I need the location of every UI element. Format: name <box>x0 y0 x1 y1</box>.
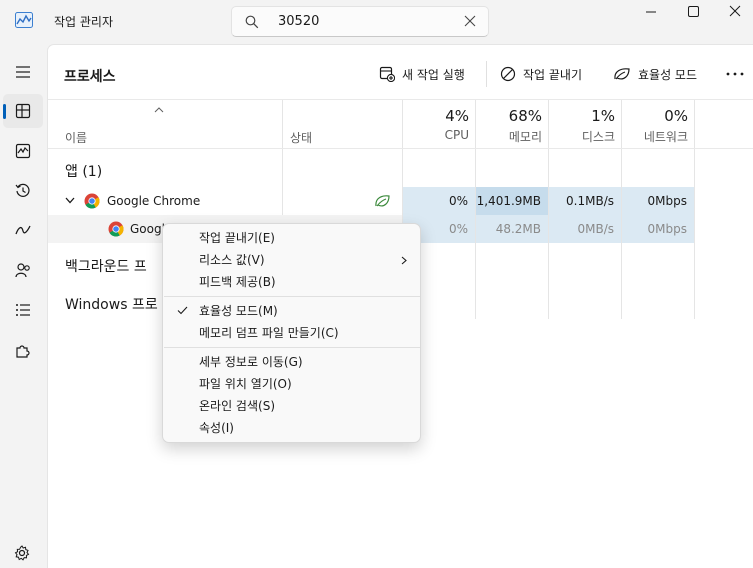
startup-icon <box>15 225 31 235</box>
title-bar: 작업 관리자 30520 <box>0 0 753 44</box>
menu-item-resource-values[interactable]: 리소스 값(V) <box>167 249 417 271</box>
search-icon <box>245 15 259 29</box>
search-value: 30520 <box>278 14 320 29</box>
nav-item-processes[interactable] <box>3 94 43 128</box>
disk-value: 0MB/s <box>549 215 621 243</box>
chevron-right-icon <box>401 256 407 265</box>
menu-separator <box>164 347 420 348</box>
process-name: Google Chrome <box>107 194 201 208</box>
performance-icon <box>15 143 31 159</box>
end-task-label: 작업 끝내기 <box>523 67 583 82</box>
chrome-icon <box>108 221 124 237</box>
toolbar: 새 작업 실행 작업 끝내기 효율성 모드 <box>48 59 753 89</box>
efficiency-mode-leaf-icon <box>375 195 390 207</box>
group-label-apps: 앱 (1) <box>65 164 103 180</box>
memory-label: 메모리 <box>508 130 542 144</box>
cpu-total-percent: 4% <box>445 107 469 125</box>
efficiency-mode-label: 효율성 모드 <box>638 67 698 82</box>
app-title: 작업 관리자 <box>54 15 114 29</box>
process-name: Googl <box>130 222 165 236</box>
efficiency-leaf-icon <box>614 68 630 80</box>
nav-item-details[interactable] <box>3 293 43 327</box>
menu-item-end-task[interactable]: 작업 끝내기(E) <box>167 227 417 249</box>
memory-total-percent: 68% <box>508 107 542 125</box>
efficiency-mode-button[interactable]: 효율성 모드 <box>613 59 697 89</box>
menu-item-search-online[interactable]: 온라인 검색(S) <box>167 395 417 417</box>
memory-value: 1,401.9MB <box>476 187 548 215</box>
run-new-task-label: 새 작업 실행 <box>402 67 465 82</box>
disk-total-percent: 1% <box>591 107 615 125</box>
hamburger-icon <box>16 66 30 78</box>
disk-value: 0.1MB/s <box>549 187 621 215</box>
nav-item-users[interactable] <box>3 253 43 287</box>
cpu-value: 0% <box>403 187 475 215</box>
maximize-button[interactable] <box>670 0 716 24</box>
network-value: 0Mbps <box>622 187 694 215</box>
details-list-icon <box>16 304 30 316</box>
hamburger-menu-button[interactable] <box>3 55 43 89</box>
network-total-percent: 0% <box>664 107 688 125</box>
menu-item-label: 효율성 모드(M) <box>199 304 278 318</box>
toolbar-divider <box>486 61 487 87</box>
group-label-windows: Windows 프로 <box>65 297 158 313</box>
end-task-icon <box>500 66 516 82</box>
group-label-background: 백그라운드 프 <box>65 259 147 275</box>
menu-separator <box>164 296 420 297</box>
menu-item-memory-dump[interactable]: 메모리 덤프 파일 만들기(C) <box>167 322 417 344</box>
close-button[interactable] <box>712 0 753 24</box>
checkmark-icon <box>177 306 188 315</box>
disk-label: 디스크 <box>581 130 615 144</box>
sort-ascending-icon[interactable] <box>154 107 164 113</box>
menu-item-open-file-location[interactable]: 파일 위치 열기(O) <box>167 373 417 395</box>
settings-gear-icon[interactable] <box>14 545 30 561</box>
column-header-name[interactable]: 이름 <box>65 129 87 146</box>
menu-item-efficiency-mode[interactable]: 효율성 모드(M) <box>167 300 417 322</box>
network-value: 0Mbps <box>622 215 694 243</box>
chevron-down-icon[interactable] <box>65 197 75 204</box>
nav-item-app-history[interactable] <box>3 174 43 208</box>
menu-item-label: 리소스 값(V) <box>199 253 265 267</box>
column-header-disk[interactable]: 1% 디스크 <box>543 107 615 145</box>
run-new-task-icon <box>379 66 395 82</box>
menu-item-properties[interactable]: 속성(I) <box>167 417 417 439</box>
column-header-status[interactable]: 상태 <box>290 129 312 146</box>
task-manager-app-icon <box>15 12 33 28</box>
memory-value: 48.2MB <box>476 215 548 243</box>
column-header-cpu[interactable]: 4% CPU <box>397 107 469 142</box>
menu-item-go-to-details[interactable]: 세부 정보로 이동(G) <box>167 351 417 373</box>
end-task-button[interactable]: 작업 끝내기 <box>500 59 582 89</box>
network-label: 네트워크 <box>643 130 688 144</box>
run-new-task-button[interactable]: 새 작업 실행 <box>379 59 465 89</box>
clear-search-icon[interactable] <box>464 15 476 27</box>
nav-item-performance[interactable] <box>3 134 43 168</box>
processes-icon <box>15 103 31 119</box>
chrome-icon <box>84 193 100 209</box>
history-icon <box>15 183 30 197</box>
nav-item-services[interactable] <box>3 334 43 368</box>
users-icon <box>15 263 30 278</box>
left-nav <box>0 44 46 568</box>
services-puzzle-icon <box>16 345 30 358</box>
nav-item-startup[interactable] <box>3 213 43 247</box>
table-row[interactable]: Google Chrome 0% 1,401.9MB 0.1MB/s 0Mbps <box>48 187 753 215</box>
column-header-network[interactable]: 0% 네트워크 <box>616 107 688 145</box>
column-header-memory[interactable]: 68% 메모리 <box>470 107 542 145</box>
search-input[interactable]: 30520 <box>231 6 489 37</box>
context-menu: 작업 끝내기(E) 리소스 값(V) 피드백 제공(B) 효율성 모드(M) 메… <box>162 223 421 443</box>
minimize-button[interactable] <box>628 0 674 24</box>
more-options-icon[interactable] <box>724 67 746 81</box>
menu-item-feedback[interactable]: 피드백 제공(B) <box>167 271 417 293</box>
cpu-label: CPU <box>444 128 469 142</box>
